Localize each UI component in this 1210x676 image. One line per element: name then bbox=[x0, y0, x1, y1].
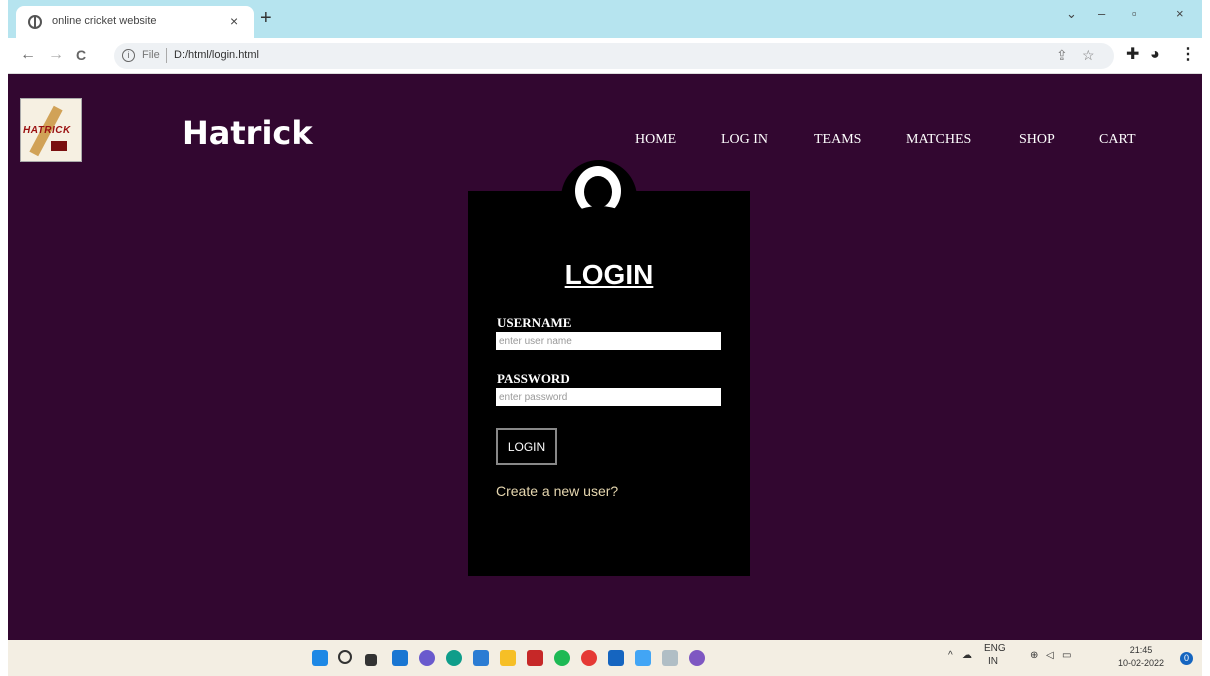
taskbar-clock[interactable]: 21:45 10-02-2022 bbox=[1118, 644, 1164, 670]
site-logo[interactable]: HATRICK bbox=[20, 98, 82, 162]
chrome-icon[interactable] bbox=[581, 650, 597, 666]
tab-title: online cricket website bbox=[52, 15, 157, 27]
login-button[interactable]: LOGIN bbox=[496, 428, 557, 465]
globe-icon bbox=[28, 15, 42, 29]
store-icon[interactable] bbox=[473, 650, 489, 666]
edge-icon[interactable] bbox=[446, 650, 462, 666]
photos-icon[interactable] bbox=[689, 650, 705, 666]
login-title: LOGIN bbox=[564, 259, 654, 290]
nav-teams[interactable]: TEAMS bbox=[814, 132, 861, 148]
spotify-icon[interactable] bbox=[554, 650, 570, 666]
reload-icon[interactable]: C bbox=[76, 46, 86, 64]
nav-cart[interactable]: CART bbox=[1099, 132, 1136, 148]
start-icon[interactable] bbox=[312, 650, 328, 666]
nav-shop[interactable]: SHOP bbox=[1019, 132, 1055, 148]
share-icon[interactable]: ⇪ bbox=[1056, 47, 1068, 64]
info-icon[interactable]: i bbox=[122, 49, 135, 62]
password-label: PASSWORD bbox=[497, 371, 570, 386]
login-card: LOGIN USERNAME PASSWORD LOGIN Create a n… bbox=[468, 191, 750, 576]
volume-icon[interactable]: ◁ bbox=[1046, 650, 1054, 661]
password-input[interactable] bbox=[496, 388, 721, 406]
restore-icon[interactable]: ▫ bbox=[1132, 6, 1137, 21]
username-label: USERNAME bbox=[497, 315, 572, 330]
notification-badge[interactable]: 0 bbox=[1180, 652, 1193, 665]
site-brand: Hatrick bbox=[182, 114, 313, 152]
url-scheme: File bbox=[142, 49, 160, 61]
profile-icon[interactable]: ◕ bbox=[1150, 46, 1160, 64]
logo-text: HATRICK bbox=[23, 125, 71, 136]
tab-search-icon[interactable]: ⌄ bbox=[1066, 6, 1077, 22]
notepad-icon[interactable] bbox=[635, 650, 651, 666]
nav-home[interactable]: HOME bbox=[635, 132, 676, 148]
network-icon[interactable]: ⊕ bbox=[1030, 650, 1038, 661]
close-tab-icon[interactable]: × bbox=[230, 13, 238, 29]
stumps-icon bbox=[51, 141, 67, 151]
widgets-icon[interactable] bbox=[392, 650, 408, 666]
star-icon[interactable]: ☆ bbox=[1082, 47, 1095, 64]
mcafee-icon[interactable] bbox=[527, 650, 543, 666]
search-icon[interactable] bbox=[338, 650, 352, 664]
clock-time: 21:45 bbox=[1129, 645, 1153, 655]
url-separator bbox=[166, 48, 167, 63]
back-icon[interactable]: ← bbox=[20, 46, 36, 64]
tray-language[interactable]: ENG bbox=[984, 643, 1006, 654]
nav-login[interactable]: LOG IN bbox=[721, 132, 768, 148]
taskbar: ^ ☁ ENG IN ⊕ ◁ ▭ 21:45 10-02-2022 0 bbox=[8, 640, 1202, 676]
mail-icon[interactable] bbox=[608, 650, 624, 666]
create-user-link[interactable]: Create a new user? bbox=[496, 483, 618, 499]
wordpad-icon[interactable] bbox=[662, 650, 678, 666]
minimize-icon[interactable]: – bbox=[1098, 6, 1105, 21]
browser-tab[interactable]: online cricket website × bbox=[16, 6, 254, 38]
menu-icon[interactable]: ⋮ bbox=[1180, 46, 1196, 64]
tray-overflow-icon[interactable]: ^ bbox=[948, 650, 953, 661]
url-text[interactable]: D:/html/login.html bbox=[174, 49, 259, 61]
onedrive-icon[interactable]: ☁ bbox=[962, 650, 972, 661]
close-window-icon[interactable]: × bbox=[1176, 6, 1184, 21]
forward-icon[interactable]: → bbox=[48, 46, 64, 64]
username-input[interactable] bbox=[496, 332, 721, 350]
user-avatar-icon bbox=[561, 160, 637, 236]
battery-icon[interactable]: ▭ bbox=[1062, 650, 1071, 661]
chat-icon[interactable] bbox=[419, 650, 435, 666]
taskview-icon[interactable] bbox=[365, 654, 377, 666]
explorer-icon[interactable] bbox=[500, 650, 516, 666]
extensions-icon[interactable]: ✚ bbox=[1126, 46, 1139, 64]
browser-toolbar: ← → C i File D:/html/login.html ⇪ ☆ ✚ ◕ … bbox=[8, 38, 1202, 74]
nav-matches[interactable]: MATCHES bbox=[906, 132, 971, 148]
tray-region: IN bbox=[988, 656, 998, 667]
clock-date: 10-02-2022 bbox=[1118, 658, 1165, 668]
new-tab-button[interactable]: + bbox=[260, 8, 272, 28]
screen: online cricket website × + ⌄ – ▫ × ← → C… bbox=[0, 0, 1210, 676]
address-bar[interactable]: i File D:/html/login.html ⇪ ☆ bbox=[114, 43, 1114, 69]
browser-tabstrip: online cricket website × + ⌄ – ▫ × bbox=[8, 0, 1202, 38]
web-page: HATRICK Hatrick HOME LOG IN TEAMS MATCHE… bbox=[8, 74, 1202, 640]
